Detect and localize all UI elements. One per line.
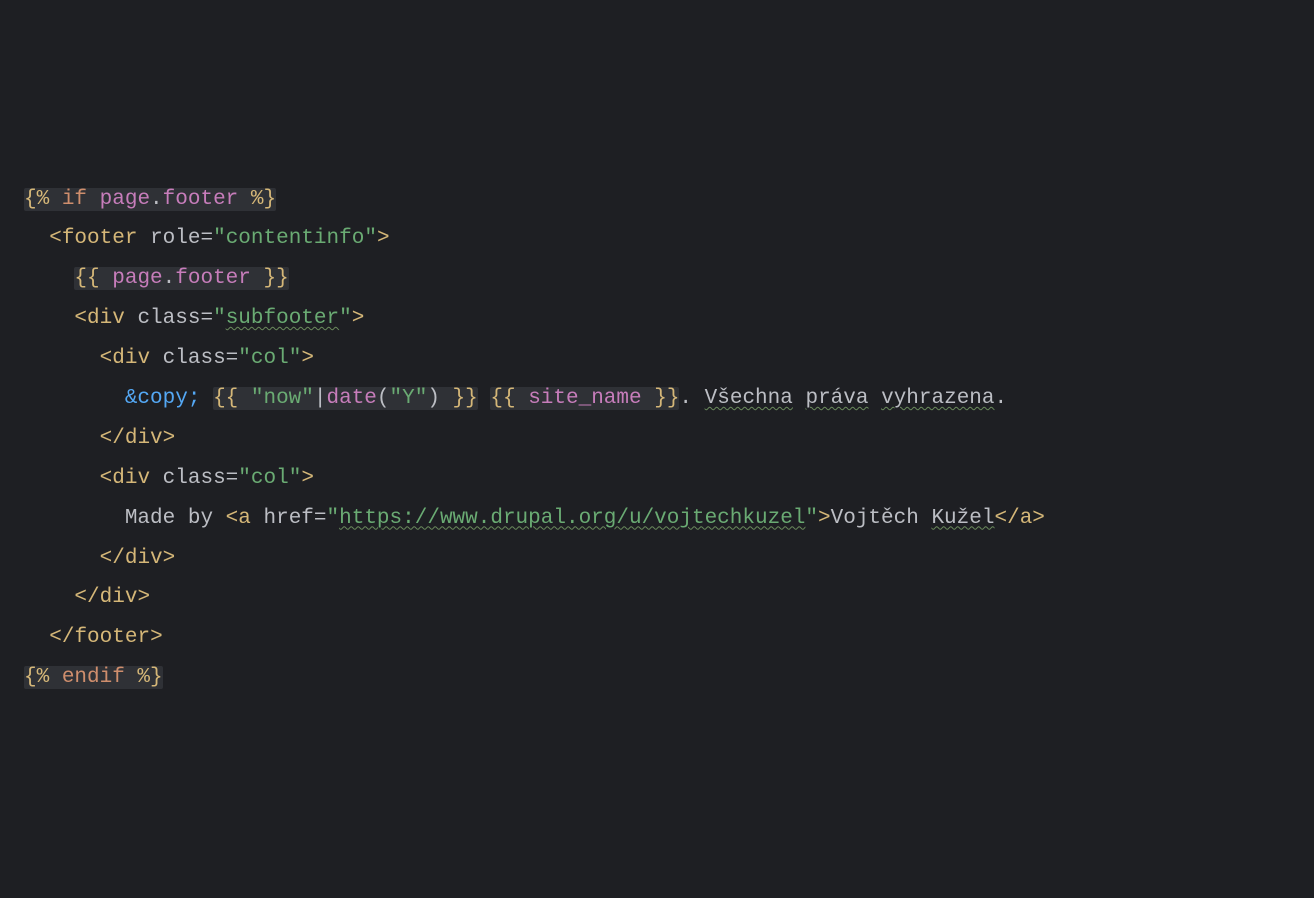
code-editor[interactable]: {% if page.footer %} <footer role="conte… <box>24 180 1290 699</box>
code-line: </div> <box>24 539 1290 579</box>
code-line: {% endif %} <box>24 658 1290 698</box>
class-subfooter: subfooter <box>226 307 339 330</box>
html-entity: &copy; <box>125 387 201 410</box>
code-line: {{ page.footer }} <box>24 259 1290 299</box>
href-url: https://www.drupal.org/u/vojtechkuzel <box>339 507 805 530</box>
code-line: </div> <box>24 419 1290 459</box>
twig-var: page <box>87 188 150 211</box>
twig-open: {% <box>24 188 62 211</box>
code-line: <footer role="contentinfo"> <box>24 219 1290 259</box>
code-line: {% if page.footer %} <box>24 180 1290 220</box>
code-line: <div class="subfooter"> <box>24 299 1290 339</box>
twig-keyword: if <box>62 188 87 211</box>
code-line: <div class="col"> <box>24 459 1290 499</box>
code-line: Made by <a href="https://www.drupal.org/… <box>24 499 1290 539</box>
code-line: <div class="col"> <box>24 339 1290 379</box>
code-line: </div> <box>24 578 1290 618</box>
twig-close: %} <box>251 188 276 211</box>
tag-footer: footer <box>62 227 138 250</box>
code-line: </footer> <box>24 618 1290 658</box>
code-line: &copy; {{ "now"|date("Y") }} {{ site_nam… <box>24 379 1290 419</box>
